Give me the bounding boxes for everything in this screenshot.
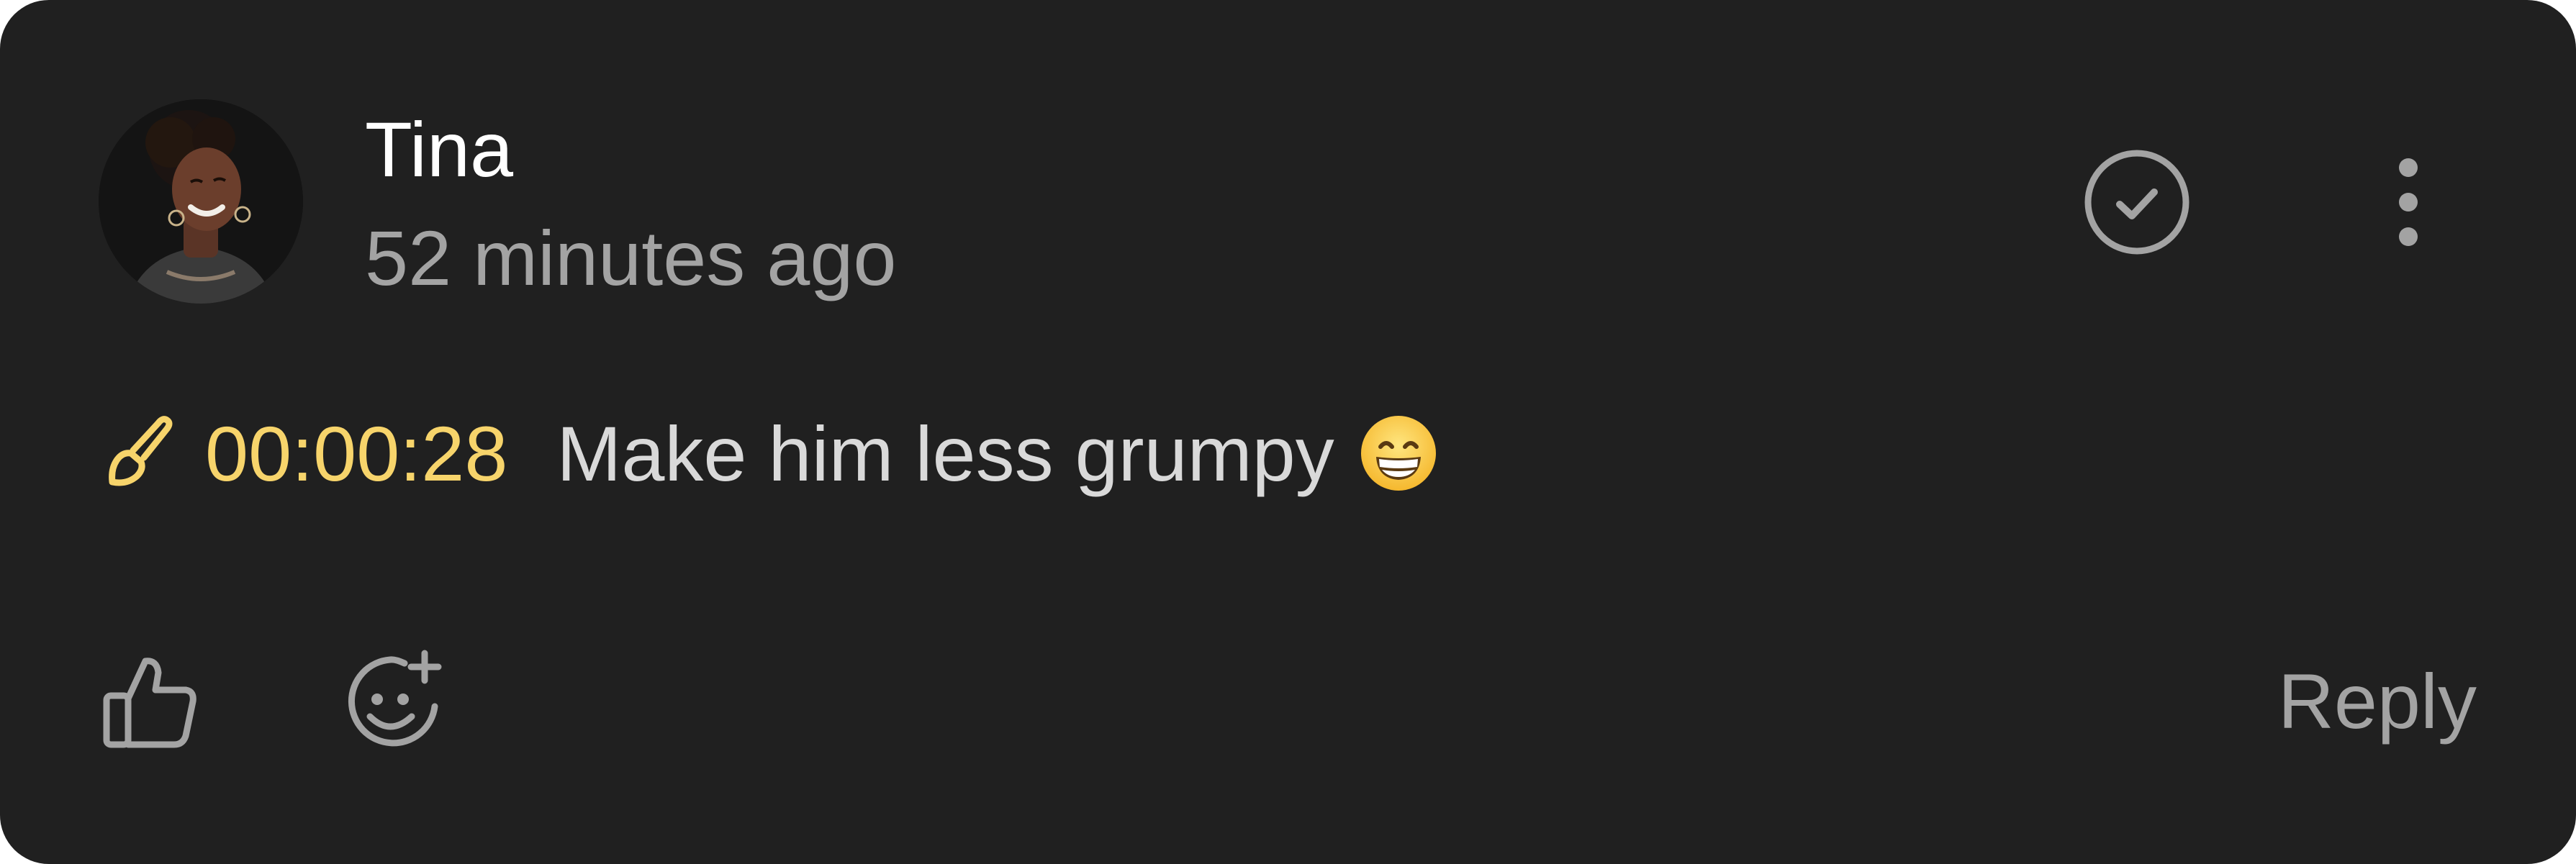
paintbrush-icon [101,415,176,491]
thumbs-up-icon[interactable] [101,651,202,752]
comment-card: Tina 52 minutes ago 00:00:28 Make him le… [0,0,2576,864]
avatar [99,99,303,304]
author-name: Tina [365,106,514,193]
more-vertical-icon[interactable] [2375,151,2441,253]
reply-button[interactable]: Reply [2278,651,2477,752]
comment-text: Make him less grumpy [556,409,1334,497]
add-reaction-icon[interactable] [340,647,448,755]
comment-body: 00:00:28 Make him less grumpy [101,399,1438,507]
comment-time-ago: 52 minutes ago [365,214,897,301]
comment-timestamp[interactable]: 00:00:28 [205,409,507,499]
grinning-face-emoji [1359,414,1438,493]
check-circle-icon[interactable] [2082,147,2192,257]
